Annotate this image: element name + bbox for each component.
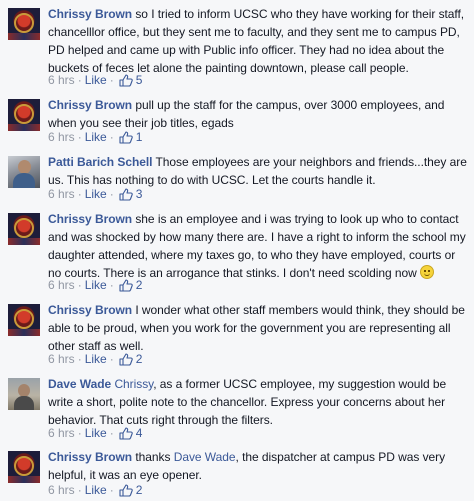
timestamp[interactable]: 6 hrs	[48, 277, 75, 293]
like-count: 3	[135, 187, 143, 201]
like-button[interactable]: Like	[85, 425, 107, 441]
like-button[interactable]: Like	[85, 351, 107, 367]
separator: ·	[109, 130, 114, 144]
thumbs-up-outline-icon	[119, 483, 133, 497]
timestamp[interactable]: 6 hrs	[48, 186, 75, 202]
avatar[interactable]	[8, 156, 40, 188]
thumbs-up-outline-icon	[119, 278, 133, 292]
timestamp[interactable]: 6 hrs	[48, 482, 75, 498]
avatar[interactable]	[8, 213, 40, 245]
timestamp[interactable]: 6 hrs	[48, 72, 75, 88]
like-count-link[interactable]: 2	[119, 482, 143, 498]
separator: ·	[77, 187, 82, 201]
comment-meta: 6 hrs · Like · 1	[48, 129, 142, 145]
separator: ·	[77, 278, 82, 292]
comment-body: Chrissy Brown so I tried to inform UCSC …	[48, 5, 468, 77]
separator: ·	[77, 130, 82, 144]
comment-body: Chrissy Brown thanks Dave Wade, the disp…	[48, 448, 468, 484]
separator: ·	[77, 73, 82, 87]
thumbs-up-outline-icon	[119, 130, 133, 144]
comment-body: Patti Barich Schell Those employees are …	[48, 153, 468, 189]
separator: ·	[109, 483, 114, 497]
comment-body: Chrissy Brown she is an employee and i w…	[48, 210, 468, 282]
like-count: 2	[135, 278, 143, 292]
avatar[interactable]	[8, 99, 40, 131]
like-count: 1	[135, 130, 143, 144]
timestamp[interactable]: 6 hrs	[48, 425, 75, 441]
like-button[interactable]: Like	[85, 129, 107, 145]
separator: ·	[109, 187, 114, 201]
author-name[interactable]: Chrissy Brown	[48, 7, 132, 21]
like-count: 2	[135, 352, 143, 366]
separator: ·	[77, 426, 82, 440]
comment-meta: 6 hrs · Like · 2	[48, 482, 142, 498]
thumbs-up-outline-icon	[119, 187, 133, 201]
thumbs-up-outline-icon	[119, 352, 133, 366]
separator: ·	[109, 352, 114, 366]
like-count: 4	[135, 426, 143, 440]
avatar[interactable]	[8, 451, 40, 483]
separator: ·	[109, 426, 114, 440]
comment-meta: 6 hrs · Like · 5	[48, 72, 142, 88]
like-button[interactable]: Like	[85, 482, 107, 498]
like-count-link[interactable]: 2	[119, 351, 143, 367]
mention-link[interactable]: Dave Wade	[174, 450, 236, 464]
like-count-link[interactable]: 1	[119, 129, 143, 145]
like-count: 5	[135, 73, 143, 87]
author-name[interactable]: Chrissy Brown	[48, 98, 132, 112]
comment-body: Dave Wade Chrissy, as a former UCSC empl…	[48, 375, 468, 429]
comment-thread: Chrissy Brown so I tried to inform UCSC …	[0, 0, 474, 501]
thumbs-up-outline-icon	[119, 426, 133, 440]
comment-meta: 6 hrs · Like · 2	[48, 351, 142, 367]
like-count-link[interactable]: 4	[119, 425, 143, 441]
comment-text-lead: thanks	[135, 450, 171, 464]
comment-body: Chrissy Brown I wonder what other staff …	[48, 301, 468, 355]
comment-meta: 6 hrs · Like · 3	[48, 186, 142, 202]
comment-meta: 6 hrs · Like · 2	[48, 277, 142, 293]
like-count: 2	[135, 483, 143, 497]
author-name[interactable]: Patti Barich Schell	[48, 155, 152, 169]
separator: ·	[77, 352, 82, 366]
avatar[interactable]	[8, 8, 40, 40]
like-button[interactable]: Like	[85, 277, 107, 293]
like-count-link[interactable]: 3	[119, 186, 143, 202]
smiley-icon	[420, 265, 435, 279]
thumbs-up-outline-icon	[119, 73, 133, 87]
author-name[interactable]: Chrissy Brown	[48, 450, 132, 464]
comment-meta: 6 hrs · Like · 4	[48, 425, 142, 441]
like-button[interactable]: Like	[85, 186, 107, 202]
mention-link[interactable]: Chrissy	[114, 377, 153, 391]
separator: ·	[77, 483, 82, 497]
avatar[interactable]	[8, 378, 40, 410]
timestamp[interactable]: 6 hrs	[48, 129, 75, 145]
like-count-link[interactable]: 2	[119, 277, 143, 293]
author-name[interactable]: Dave Wade	[48, 377, 111, 391]
like-button[interactable]: Like	[85, 72, 107, 88]
timestamp[interactable]: 6 hrs	[48, 351, 75, 367]
separator: ·	[109, 73, 114, 87]
separator: ·	[109, 278, 114, 292]
comment-body: Chrissy Brown pull up the staff for the …	[48, 96, 468, 132]
author-name[interactable]: Chrissy Brown	[48, 303, 132, 317]
avatar[interactable]	[8, 304, 40, 336]
like-count-link[interactable]: 5	[119, 72, 143, 88]
author-name[interactable]: Chrissy Brown	[48, 212, 132, 226]
